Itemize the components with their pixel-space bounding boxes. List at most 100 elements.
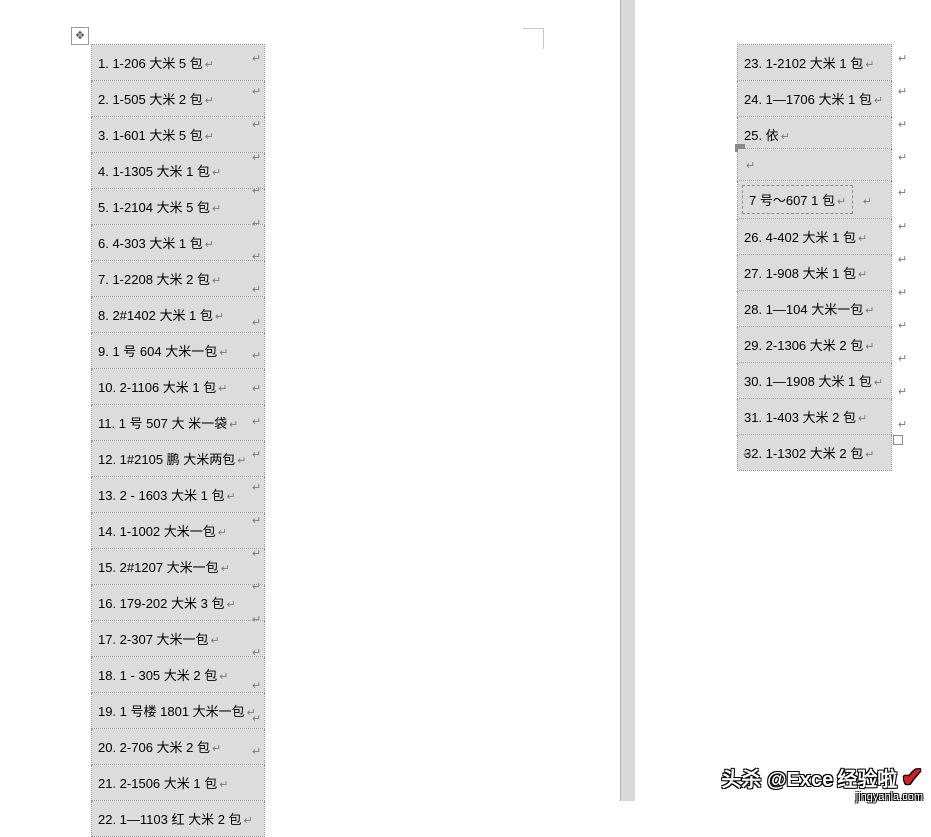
table-row: 9. 1 号 604 大米一包↵ — [92, 333, 265, 369]
cell-text: 20. 2-706 大米 2 包 — [98, 740, 210, 755]
table-row: 10. 2-1106 大米 1 包↵ — [92, 369, 265, 405]
table-row: ↵ — [738, 149, 892, 181]
row-end-mark-icon: ↵ — [252, 85, 261, 98]
row-end-mark-icon: ↵ — [252, 646, 261, 659]
row-end-mark-icon: ↵ — [898, 186, 907, 199]
watermark-sub: jingyanla.com — [856, 791, 923, 803]
row-end-mark-icon: ↵ — [898, 253, 907, 266]
paragraph-mark-icon: ↵ — [221, 563, 230, 575]
cell-text: 24. 1—1706 大米 1 包 — [744, 92, 872, 107]
table-right: 23. 1-2102 大米 1 包↵ 24. 1—1706 大米 1 包↵ 25… — [737, 44, 892, 471]
row-end-mark-icon: ↵ — [252, 316, 261, 329]
paragraph-mark-icon: ↵ — [226, 599, 235, 611]
crop-mark-tr — [523, 28, 544, 49]
row-end-mark-icon: ↵ — [252, 547, 261, 560]
paragraph-mark-icon: ↵ — [205, 239, 214, 251]
cell-text: 13. 2 - 1603 大米 1 包 — [98, 488, 224, 503]
paragraph-mark-icon: ↵ — [205, 59, 214, 71]
cell-text: 21. 2-1506 大米 1 包 — [98, 776, 217, 791]
watermark: 头杀 @Exce 经验啦 ✔ jingyanla.com — [721, 762, 923, 793]
table-row: 4. 1-1305 大米 1 包↵ — [92, 153, 265, 189]
paragraph-mark-icon: ↵ — [215, 311, 224, 323]
cell-text: 8. 2#1402 大米 1 包 — [98, 308, 213, 323]
paragraph-mark-icon: ↵ — [212, 203, 221, 215]
table-row: 29. 2-1306 大米 2 包↵ — [738, 327, 892, 363]
row-end-mark-icon: ↵ — [898, 52, 907, 65]
cell-text: 3. 1-601 大米 5 包 — [98, 128, 203, 143]
row-end-mark-icon: ↵ — [252, 349, 261, 362]
table-row: 16. 179-202 大米 3 包↵ — [92, 585, 265, 621]
cell-text: 10. 2-1106 大米 1 包 — [98, 380, 216, 395]
paragraph-mark-icon: ↵ — [218, 527, 227, 539]
row-end-mark-icon: ↵ — [898, 151, 907, 164]
cell-text: 11. 1 号 507 大 米一袋 — [98, 416, 227, 431]
row-end-mark-icon: ↵ — [252, 217, 261, 230]
cell-text: 5. 1-2104 大米 5 包 — [98, 200, 210, 215]
paragraph-mark-icon: ↵ — [865, 305, 874, 317]
cell-text: 23. 1-2102 大米 1 包 — [744, 56, 863, 71]
paragraph-mark-icon: ↵ — [205, 95, 214, 107]
paragraph-mark-icon: ↵ — [219, 347, 228, 359]
page-left: 1. 1-206 大米 5 包↵ 2. 1-505 大米 2 包↵ 3. 1-6… — [0, 0, 620, 801]
paragraph-mark-icon: ↵ — [865, 59, 874, 71]
cell-text: 2. 1-505 大米 2 包 — [98, 92, 203, 107]
cell-text: 17. 2-307 大米一包 — [98, 632, 209, 647]
cell-text: 25. 依 — [744, 128, 779, 143]
paragraph-mark-icon: ↵ — [211, 635, 220, 647]
page-right: 23. 1-2102 大米 1 包↵ 24. 1—1706 大米 1 包↵ 25… — [635, 0, 931, 801]
table-row: 31. 1-403 大米 2 包↵ — [738, 399, 892, 435]
row-end-mark-icon: ↵ — [898, 220, 907, 233]
row-end-mark-icon: ↵ — [898, 85, 907, 98]
paragraph-mark-icon: ↵ — [229, 419, 238, 431]
row-end-mark-icon: ↵ — [252, 745, 261, 758]
paragraph-mark-icon: ↵ — [212, 743, 221, 755]
cell-text: 1. 1-206 大米 5 包 — [98, 56, 203, 71]
cell-text: 28. 1—104 大米一包 — [744, 302, 863, 317]
row-end-mark-icon: ↵ — [898, 118, 907, 131]
cell-text: 16. 179-202 大米 3 包 — [98, 596, 224, 611]
paragraph-mark-icon: ↵ — [858, 269, 867, 281]
table-row: 26. 4-402 大米 1 包↵ — [738, 219, 892, 255]
paragraph-mark-icon: ↵ — [858, 413, 867, 425]
table-row: 8. 2#1402 大米 1 包↵ — [92, 297, 265, 333]
paragraph-mark-icon: ↵ — [865, 449, 874, 461]
row-end-mark-icon: ↵ — [252, 514, 261, 527]
paragraph-mark-icon: ↵ — [226, 491, 235, 503]
row-end-mark-icon: ↵ — [252, 151, 261, 164]
paragraph-mark-icon: ↵ — [781, 131, 790, 143]
row-end-mark-icon: ↵ — [252, 382, 261, 395]
table-row: 23. 1-2102 大米 1 包↵ — [738, 45, 892, 81]
paragraph-mark-icon: ↵ — [219, 671, 228, 683]
table-row: 5. 1-2104 大米 5 包↵ — [92, 189, 265, 225]
paragraph-mark-icon: ↵ — [205, 131, 214, 143]
paragraph-mark-icon: ↵ — [874, 377, 883, 389]
table-row: 21. 2-1506 大米 1 包↵ — [92, 765, 265, 801]
row-end-mark-icon: ↵ — [252, 118, 261, 131]
paragraph-mark-icon: ↵ — [237, 455, 246, 467]
cell-text: 15. 2#1207 大米一包 — [98, 560, 219, 575]
table-row: 20. 2-706 大米 2 包↵ — [92, 729, 265, 765]
table-resize-handle[interactable] — [893, 435, 903, 445]
table-left: 1. 1-206 大米 5 包↵ 2. 1-505 大米 2 包↵ 3. 1-6… — [91, 44, 265, 837]
row-end-mark-icon: ↵ — [898, 385, 907, 398]
table-row: 24. 1—1706 大米 1 包↵ — [738, 81, 892, 117]
table-row: 13. 2 - 1603 大米 1 包↵ — [92, 477, 265, 513]
paragraph-mark-icon: ↵ — [865, 341, 874, 353]
table-row: 27. 1-908 大米 1 包↵ — [738, 255, 892, 291]
row-end-mark-icon: ↵ — [252, 712, 261, 725]
cell-text: 29. 2-1306 大米 2 包 — [744, 338, 863, 353]
row-end-mark-icon: ↵ — [252, 448, 261, 461]
watermark-text-2: 经验啦 — [837, 763, 897, 792]
table-row: 3. 1-601 大米 5 包↵ — [92, 117, 265, 153]
cell-text: 27. 1-908 大米 1 包 — [744, 266, 856, 281]
row-end-mark-icon: ↵ — [252, 613, 261, 626]
paragraph-mark-icon: ↵ — [212, 167, 221, 179]
cell-text: 32. 1-1302 大米 2 包 — [744, 446, 863, 461]
cell-text: 18. 1 - 305 大米 2 包 — [98, 668, 217, 683]
cell-text: 26. 4-402 大米 1 包 — [744, 230, 856, 245]
table-row: 18. 1 - 305 大米 2 包↵ — [92, 657, 265, 693]
table-move-handle[interactable] — [71, 27, 89, 45]
paragraph-mark-icon: ↵ — [218, 383, 227, 395]
table-row: 2. 1-505 大米 2 包↵ — [92, 81, 265, 117]
cell-text: 7 号～607 1 包 — [749, 193, 835, 208]
